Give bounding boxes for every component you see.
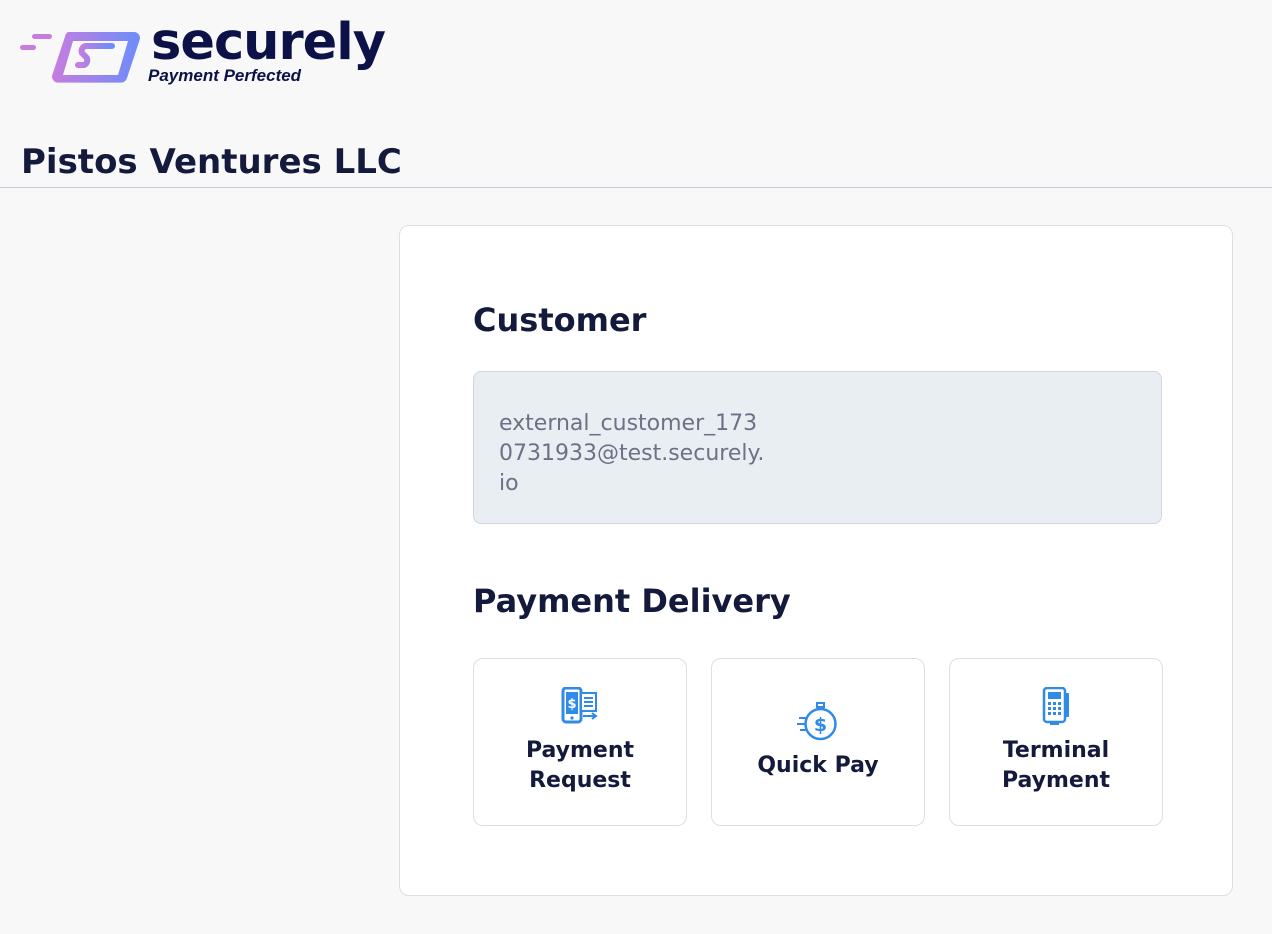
terminal-payment-icon (1042, 687, 1069, 725)
merchant-name: Pistos Ventures LLC (21, 142, 402, 182)
customer-field: external_customer_1730731933@test.secure… (473, 371, 1162, 524)
payment-request-icon: $ (561, 687, 598, 724)
payment-delivery-heading: Payment Delivery (473, 582, 791, 620)
brand-logo: securely Payment Perfected (20, 13, 400, 88)
payment-card: Customer external_customer_1730731933@te… (399, 225, 1233, 896)
quick-pay-button[interactable]: $ Quick Pay (711, 658, 925, 826)
customer-email: external_customer_1730731933@test.secure… (499, 411, 765, 496)
payment-request-label-line2: Request (529, 768, 631, 793)
quick-pay-icon: $ (797, 702, 837, 741)
svg-text:$: $ (567, 697, 576, 712)
terminal-payment-button[interactable]: Terminal Payment (949, 658, 1163, 826)
payment-request-label-line1: Payment (525, 738, 635, 763)
securely-logo-icon (20, 32, 140, 83)
svg-text:$: $ (814, 714, 827, 736)
payment-request-button[interactable]: $ Payment Request (473, 658, 687, 826)
header-divider (0, 187, 1272, 188)
quick-pay-label: Quick Pay (757, 753, 879, 778)
terminal-payment-label-line1: Terminal (1002, 738, 1110, 763)
terminal-payment-label-line2: Payment (1001, 768, 1111, 793)
customer-heading: Customer (473, 301, 647, 339)
brand-tagline: Payment Perfected (148, 66, 302, 85)
